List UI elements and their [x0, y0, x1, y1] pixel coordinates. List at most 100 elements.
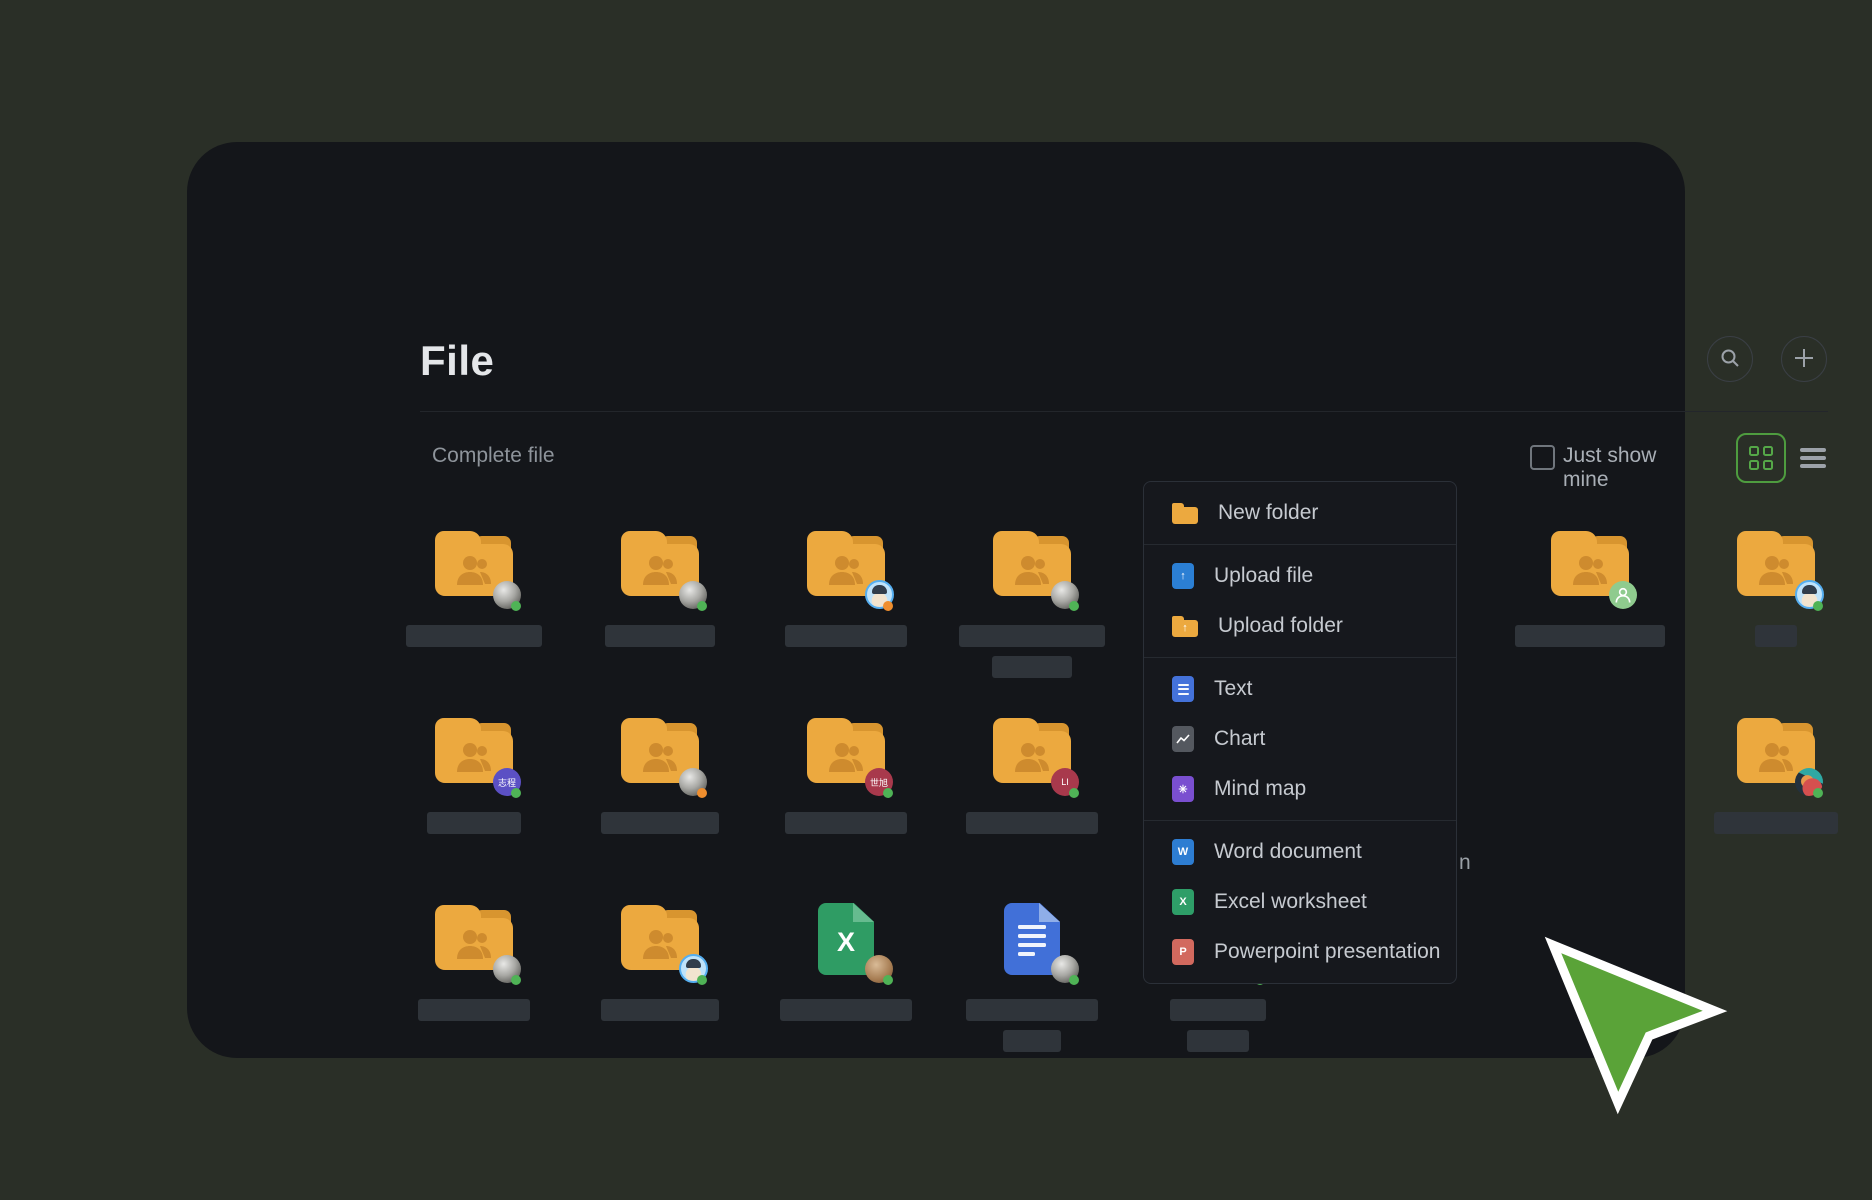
chart-icon — [1172, 726, 1194, 752]
status-dot — [1069, 788, 1079, 798]
text-icon — [1172, 676, 1194, 702]
file-icon-wrap — [939, 530, 1125, 596]
powerpoint-icon: P — [1172, 939, 1194, 965]
doc-file-item[interactable] — [939, 904, 1125, 1052]
shared-folder-item[interactable] — [567, 717, 753, 834]
redacted-filename-bar — [1187, 1030, 1249, 1052]
menu-item-label: Excel worksheet — [1214, 890, 1367, 914]
shared-folder-item[interactable]: LI — [939, 717, 1125, 834]
file-icon-wrap: 志程 — [381, 717, 567, 783]
file-icon-wrap: LI — [939, 717, 1125, 783]
shared-folder-item[interactable] — [1497, 530, 1683, 647]
redacted-filename — [1515, 625, 1665, 647]
menu-group: New folder — [1144, 482, 1456, 544]
just-show-mine-label[interactable]: Just show mine — [1563, 444, 1685, 492]
status-dot — [1069, 601, 1079, 611]
redacted-filename-bar — [1515, 625, 1665, 647]
section-label: Complete file — [432, 444, 555, 468]
shared-folder-item[interactable] — [1683, 717, 1869, 834]
file-icon-wrap — [567, 530, 753, 596]
redacted-filename-bar — [1170, 999, 1266, 1021]
redacted-filename — [780, 999, 912, 1021]
status-dot — [883, 788, 893, 798]
plus-icon — [1793, 347, 1815, 372]
menu-item-label: Upload folder — [1218, 614, 1343, 638]
grid-view-icon — [1749, 446, 1773, 470]
redacted-filename — [785, 812, 907, 834]
redacted-filename — [959, 625, 1105, 678]
shared-folder-item[interactable] — [567, 530, 753, 647]
add-button[interactable] — [1781, 336, 1827, 382]
shared-folder-item[interactable]: 志程 — [381, 717, 567, 834]
menu-item-powerpoint-presentation[interactable]: P Powerpoint presentation — [1144, 927, 1456, 977]
menu-item-chart[interactable]: Chart — [1144, 714, 1456, 764]
menu-item-label: Powerpoint presentation — [1214, 940, 1440, 964]
file-icon-wrap — [1683, 717, 1869, 783]
file-icon-wrap — [381, 904, 567, 970]
search-icon — [1719, 347, 1741, 372]
search-button[interactable] — [1707, 336, 1753, 382]
menu-item-word-document[interactable]: WWord document — [1144, 827, 1456, 877]
menu-item-excel-worksheet[interactable]: X Excel worksheet — [1144, 877, 1456, 927]
just-show-mine-checkbox[interactable] — [1530, 445, 1555, 470]
redacted-filename-bar — [780, 999, 912, 1021]
shared-folder-item[interactable] — [567, 904, 753, 1021]
status-dot — [883, 601, 893, 611]
redacted-filename — [601, 812, 719, 834]
status-dot — [1069, 975, 1079, 985]
file-icon-wrap — [567, 717, 753, 783]
redacted-filename-bar — [1755, 625, 1797, 647]
menu-item-upload-file[interactable]: ↑Upload file — [1144, 551, 1456, 601]
file-icon-wrap — [381, 530, 567, 596]
shared-folder-item[interactable] — [381, 530, 567, 647]
header-divider — [420, 411, 1828, 412]
menu-item-label: Chart — [1214, 727, 1265, 751]
excel-file-item[interactable]: X — [753, 904, 939, 1021]
menu-item-new-folder[interactable]: New folder — [1144, 488, 1456, 538]
redacted-filename-bar — [1714, 812, 1838, 834]
menu-item-mind-map[interactable]: ✳Mind map — [1144, 764, 1456, 814]
list-view-icon — [1800, 444, 1826, 473]
menu-item-upload-folder[interactable]: ↑Upload folder — [1144, 601, 1456, 651]
file-icon-wrap — [753, 530, 939, 596]
redacted-filename-bar — [785, 812, 907, 834]
menu-group: WWord document X Excel worksheet P Powerpoin… — [1144, 820, 1456, 983]
menu-item-label: Text — [1214, 677, 1253, 701]
file-icon-wrap — [1683, 530, 1869, 596]
shared-folder-item[interactable] — [939, 530, 1125, 678]
redacted-filename — [605, 625, 715, 647]
shared-folder-item[interactable]: 世旭 — [753, 717, 939, 834]
redacted-filename-bar — [418, 999, 530, 1021]
grid-view-button[interactable] — [1736, 433, 1786, 483]
redacted-filename-bar — [605, 625, 715, 647]
status-dot — [697, 975, 707, 985]
redacted-filename — [966, 999, 1098, 1052]
list-view-button[interactable] — [1788, 433, 1838, 483]
redacted-filename — [1714, 812, 1838, 834]
shared-folder-item[interactable] — [753, 530, 939, 647]
redacted-filename — [601, 999, 719, 1021]
folder-icon — [1172, 503, 1198, 524]
redacted-filename — [427, 812, 521, 834]
status-dot — [511, 975, 521, 985]
menu-item-label: New folder — [1218, 501, 1318, 525]
redacted-filename-bar — [966, 999, 1098, 1021]
redacted-filename-bar — [959, 625, 1105, 647]
menu-item-label: Mind map — [1214, 777, 1306, 801]
file-manager-window: File Complete file Just show mine 志程世旭LI… — [187, 142, 1685, 1058]
redacted-filename-bar — [992, 656, 1072, 678]
redacted-filename-bar — [601, 812, 719, 834]
menu-item-text[interactable]: Text — [1144, 664, 1456, 714]
redacted-filename — [418, 999, 530, 1021]
shared-folder-item[interactable] — [1683, 530, 1869, 647]
file-icon-wrap — [1497, 530, 1683, 596]
redacted-filename — [1755, 625, 1797, 647]
excel-icon: X — [1172, 889, 1194, 915]
menu-group: Text Chart ✳Mind map — [1144, 657, 1456, 820]
upload-file-icon: ↑ — [1172, 563, 1194, 589]
shared-folder-item[interactable] — [381, 904, 567, 1021]
status-dot — [697, 788, 707, 798]
status-dot — [697, 601, 707, 611]
redacted-filename — [966, 812, 1098, 834]
new-context-menu: New folder↑Upload file↑Upload folderText… — [1143, 481, 1457, 984]
